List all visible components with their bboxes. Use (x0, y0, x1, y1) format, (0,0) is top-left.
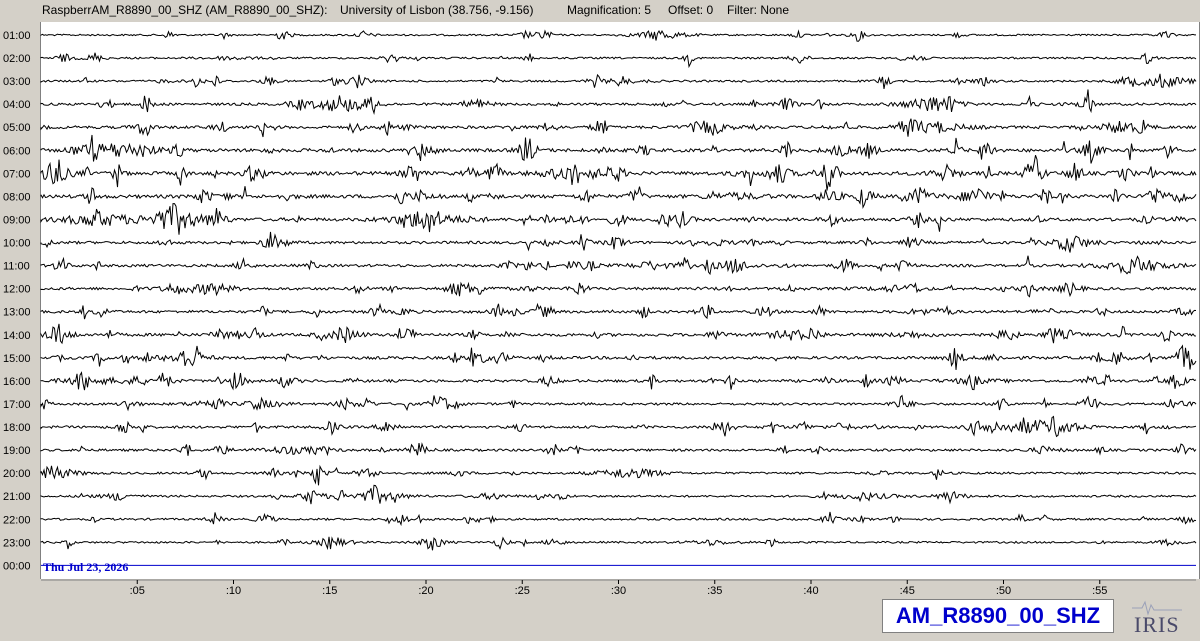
seismic-trace (40, 281, 1197, 298)
seismic-trace (40, 415, 1197, 438)
row-label: 22:00 (3, 514, 31, 526)
x-tick-label: :10 (226, 585, 241, 597)
row-label: 08:00 (3, 191, 31, 203)
row-label: 09:00 (3, 214, 31, 226)
seismic-trace (40, 134, 1197, 164)
row-label: 18:00 (3, 422, 31, 434)
row-label: 12:00 (3, 284, 31, 296)
station-name: AM_R8890_00_SHZ (895, 603, 1101, 628)
row-label: 07:00 (3, 168, 31, 180)
seismic-trace (40, 536, 1197, 551)
x-tick-label: :35 (707, 585, 722, 597)
row-label: 19:00 (3, 445, 31, 457)
row-label: 17:00 (3, 399, 31, 411)
x-tick-label: :50 (996, 585, 1011, 597)
row-label: 06:00 (3, 145, 31, 157)
seismic-trace (40, 155, 1197, 191)
row-label: 00:00 (3, 560, 31, 572)
station-name-box: AM_R8890_00_SHZ (882, 599, 1114, 633)
seismic-trace (40, 118, 1197, 138)
row-label: 10:00 (3, 238, 31, 250)
seismic-trace (40, 186, 1197, 209)
seismic-trace (40, 484, 1197, 505)
row-label: 05:00 (3, 122, 31, 134)
seismic-trace (40, 89, 1197, 115)
row-label: 16:00 (3, 376, 31, 388)
seismic-trace (40, 302, 1197, 320)
seismic-trace (40, 511, 1197, 527)
x-tick-label: :40 (803, 585, 818, 597)
x-tick-label: :05 (130, 585, 145, 597)
seismic-trace (40, 464, 1197, 486)
seismic-trace (40, 255, 1197, 276)
svg-text:IRIS: IRIS (1134, 612, 1180, 636)
helicorder-chart: 01:00 02:00 03:00 04:00 05:00 06:00 07:00 08:00… (3, 29, 1197, 597)
seismic-trace (40, 442, 1197, 457)
seismic-trace (40, 344, 1197, 370)
row-label: 04:00 (3, 99, 31, 111)
seismic-trace (40, 73, 1197, 89)
x-tick-label: :55 (1092, 585, 1107, 597)
seismic-trace (40, 52, 1197, 69)
x-tick-label: :15 (322, 585, 337, 597)
x-tick-label: :30 (611, 585, 626, 597)
seismic-trace (40, 231, 1197, 253)
x-tick-label: :25 (515, 585, 530, 597)
x-tick-label: :45 (900, 585, 915, 597)
seismic-trace (40, 371, 1197, 391)
row-label: 02:00 (3, 53, 31, 65)
row-label: 13:00 (3, 307, 31, 319)
row-label: 11:00 (3, 261, 30, 273)
row-label: 03:00 (3, 76, 31, 88)
row-label: 14:00 (3, 330, 31, 342)
row-label: 23:00 (3, 537, 31, 549)
row-label: 15:00 (3, 353, 31, 365)
date-label: Thu Jul 23, 2026 (43, 560, 128, 574)
seismic-trace (40, 29, 1196, 42)
row-label: 20:00 (3, 468, 31, 480)
row-label: 01:00 (3, 30, 31, 42)
row-label: 21:00 (3, 491, 31, 503)
x-tick-label: :20 (418, 585, 433, 597)
seismic-trace (40, 203, 1197, 235)
iris-logo: IRIS (1130, 598, 1184, 637)
seismic-trace (40, 323, 1197, 345)
seismic-trace (40, 394, 1197, 412)
